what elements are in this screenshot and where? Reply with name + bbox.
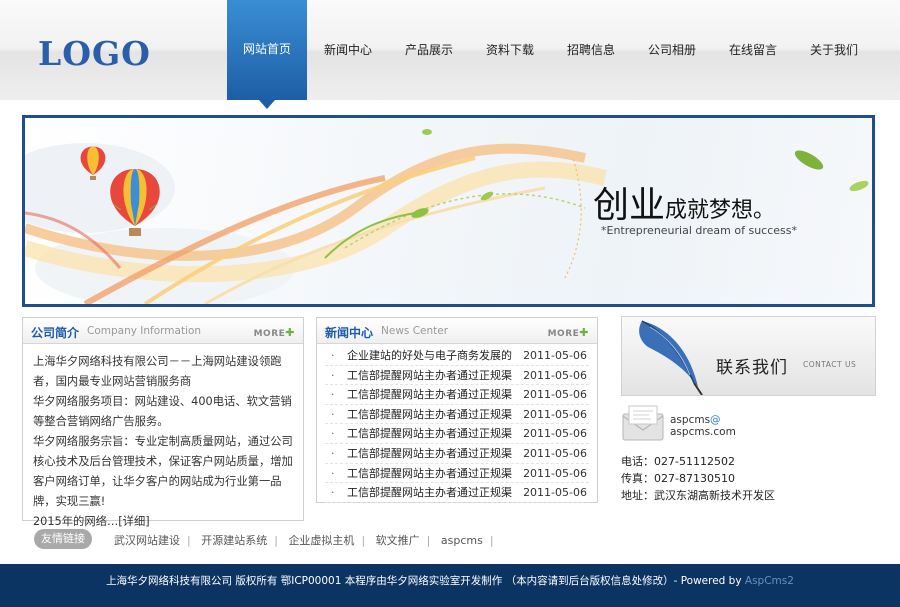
- friend-link[interactable]: aspcms: [441, 534, 483, 547]
- bullet-icon: ·: [331, 368, 335, 382]
- about-paragraph: 上海华夕网络科技有限公司－－上海网站建设领跑者，国内最专业网站营销服务商: [33, 355, 282, 388]
- contact-title: 联系我们: [716, 358, 788, 378]
- news-item-title[interactable]: 企业建站的好处与电子商务发展的: [347, 346, 517, 365]
- news-item-date: 2011-05-06: [523, 368, 587, 382]
- news-title: 新闻中心: [325, 326, 374, 340]
- separator: |: [426, 534, 431, 547]
- news-list: · 企业建站的好处与电子商务发展的 2011-05-06 · 工信部提醒网站主办者通过…: [317, 344, 597, 503]
- news-more-link[interactable]: MORE✚: [548, 326, 589, 339]
- friend-links-label: 友情链接: [34, 529, 92, 549]
- about-more-link[interactable]: MORE✚: [254, 326, 295, 339]
- news-item-title[interactable]: 工信部提醒网站主办者通过正规渠: [347, 366, 517, 385]
- separator: |: [274, 534, 278, 547]
- plus-icon: ✚: [579, 326, 589, 339]
- banner-headline: 创业成就梦想。: [593, 176, 775, 228]
- nav-item-news[interactable]: 新闻中心: [314, 0, 382, 100]
- news-item-date: 2011-05-06: [523, 388, 587, 402]
- news-item[interactable]: · 企业建站的好处与电子商务发展的 2011-05-06: [325, 346, 589, 366]
- about-text: 上海华夕网络科技有限公司－－上海网站建设领跑者，国内最专业网站营销服务商 华夕网…: [23, 344, 303, 532]
- email-domain: aspcms.com: [670, 426, 736, 438]
- bullet-icon: ·: [331, 486, 335, 500]
- bullet-icon: ·: [331, 388, 335, 402]
- site-footer: 上海华夕网络科技有限公司 版权所有 鄂ICP00001 本程序由华夕网络实验室开…: [0, 564, 900, 607]
- more-label: MORE: [547, 329, 580, 339]
- contact-fax: 传真：027-87130510: [621, 472, 735, 485]
- news-item[interactable]: · 工信部提醒网站主办者通过正规渠 2011-05-06: [325, 444, 589, 464]
- more-label: MORE: [253, 329, 286, 339]
- nav-item-jobs[interactable]: 招聘信息: [557, 0, 625, 100]
- bullet-icon: ·: [331, 349, 335, 362]
- nav-item-album[interactable]: 公司相册: [638, 0, 706, 100]
- separator: |: [489, 534, 494, 547]
- quill-icon: [639, 320, 703, 395]
- news-item-date: 2011-05-06: [523, 446, 587, 460]
- about-paragraph: 华夕网络服务宗旨：专业定制高质量网站，通过公司核心技术及后台管理技术，保证客户网…: [33, 435, 293, 508]
- contact-email[interactable]: aspcms@ aspcms.com: [670, 414, 736, 438]
- bullet-icon: ·: [331, 446, 335, 460]
- news-item[interactable]: · 工信部提醒网站主办者通过正规渠 2011-05-06: [325, 424, 589, 444]
- contact-phone: 电话：027-51112502: [621, 455, 735, 468]
- about-title: 公司简介: [31, 326, 80, 340]
- banner-subtitle: *Entrepreneurial dream of success*: [601, 224, 798, 237]
- hero-banner: 创业成就梦想。 *Entrepreneurial dream of succes…: [22, 115, 875, 307]
- bullet-icon: ·: [331, 466, 335, 480]
- nav-item-home[interactable]: 网站首页: [227, 0, 307, 109]
- contact-address: 地址：武汉东湖高新技术开发区: [621, 489, 775, 502]
- news-title-en: News Center: [381, 325, 449, 337]
- headline-big: 创业: [593, 185, 666, 226]
- friend-link[interactable]: 企业虚拟主机: [288, 534, 354, 547]
- contact-title-en: CONTACT US: [803, 360, 857, 369]
- news-item[interactable]: · 工信部提醒网站主办者通过正规渠 2011-05-06: [325, 405, 589, 425]
- separator: |: [361, 534, 366, 547]
- nav-item-downloads[interactable]: 资料下载: [476, 0, 544, 100]
- news-item-title[interactable]: 工信部提醒网站主办者通过正规渠: [347, 483, 517, 502]
- news-item[interactable]: · 工信部提醒网站主办者通过正规渠 2011-05-06: [325, 385, 589, 405]
- bullet-icon: ·: [331, 427, 335, 441]
- news-item[interactable]: · 工信部提醒网站主办者通过正规渠 2011-05-06: [325, 483, 589, 503]
- news-item[interactable]: · 工信部提醒网站主办者通过正规渠 2011-05-06: [325, 366, 589, 386]
- email-at: @: [710, 414, 721, 426]
- news-item[interactable]: · 工信部提醒网站主办者通过正规渠 2011-05-06: [325, 464, 589, 484]
- news-item-date: 2011-05-06: [523, 486, 587, 500]
- friend-link[interactable]: 开源建站系统: [201, 534, 267, 547]
- news-item-title[interactable]: 工信部提醒网站主办者通过正规渠: [347, 424, 517, 443]
- footer-copyright: 上海华夕网络科技有限公司 版权所有 鄂ICP00001 本程序由华夕网络实验室开…: [106, 575, 745, 587]
- news-item-date: 2011-05-06: [523, 349, 587, 362]
- contact-banner[interactable]: 联系我们 CONTACT US: [621, 316, 876, 396]
- footer-text: 上海华夕网络科技有限公司 版权所有 鄂ICP00001 本程序由华夕网络实验室开…: [0, 573, 900, 588]
- news-item-title[interactable]: 工信部提醒网站主办者通过正规渠: [347, 464, 517, 483]
- email-user: aspcms: [670, 414, 711, 426]
- plus-icon: ✚: [285, 326, 295, 339]
- news-panel: 新闻中心 News Center MORE✚ · 企业建站的好处与电子商务发展的 2…: [316, 317, 598, 503]
- news-item-date: 2011-05-06: [523, 466, 587, 480]
- about-title-en: Company Information: [87, 325, 202, 337]
- nav-item-about[interactable]: 关于我们: [800, 0, 868, 100]
- news-item-title[interactable]: 工信部提醒网站主办者通过正规渠: [347, 444, 517, 463]
- mail-icon: [622, 405, 664, 441]
- about-paragraph: 华夕网络服务项目：网站建设、400电话、软文营销等整合营销网络广告服务。: [33, 395, 292, 428]
- nav-item-products[interactable]: 产品展示: [395, 0, 463, 100]
- news-item-date: 2011-05-06: [523, 407, 587, 421]
- news-panel-header: 新闻中心 News Center MORE✚: [317, 318, 597, 344]
- friend-link[interactable]: 软文推广: [376, 534, 420, 547]
- about-panel: 公司简介 Company Information MORE✚ 上海华夕网络科技有…: [22, 317, 304, 528]
- news-item-date: 2011-05-06: [523, 427, 587, 441]
- main-nav: 网站首页 新闻中心 产品展示 资料下载 招聘信息 公司相册 在线留言 关于我们: [0, 0, 900, 109]
- contact-info: 电话：027-51112502 传真：027-87130510 地址：武汉东湖高…: [621, 453, 775, 504]
- news-item-title[interactable]: 工信部提醒网站主办者通过正规渠: [347, 405, 517, 424]
- headline-small: 成就梦想。: [665, 198, 776, 223]
- friend-link[interactable]: 武汉网站建设: [114, 534, 180, 547]
- about-panel-header: 公司简介 Company Information MORE✚: [23, 318, 303, 344]
- bullet-icon: ·: [331, 407, 335, 421]
- separator: |: [187, 534, 191, 547]
- news-item-title[interactable]: 工信部提醒网站主办者通过正规渠: [347, 385, 517, 404]
- friend-links-list: 武汉网站建设 | 开源建站系统 | 企业虚拟主机 | 软文推广 | aspcms |: [114, 532, 501, 548]
- footer-brand-link[interactable]: AspCms2: [745, 575, 794, 587]
- site-header: LOGO 网站首页 新闻中心 产品展示 资料下载 招聘信息 公司相册 在线留言 …: [0, 0, 900, 109]
- nav-item-guestbook[interactable]: 在线留言: [719, 0, 787, 100]
